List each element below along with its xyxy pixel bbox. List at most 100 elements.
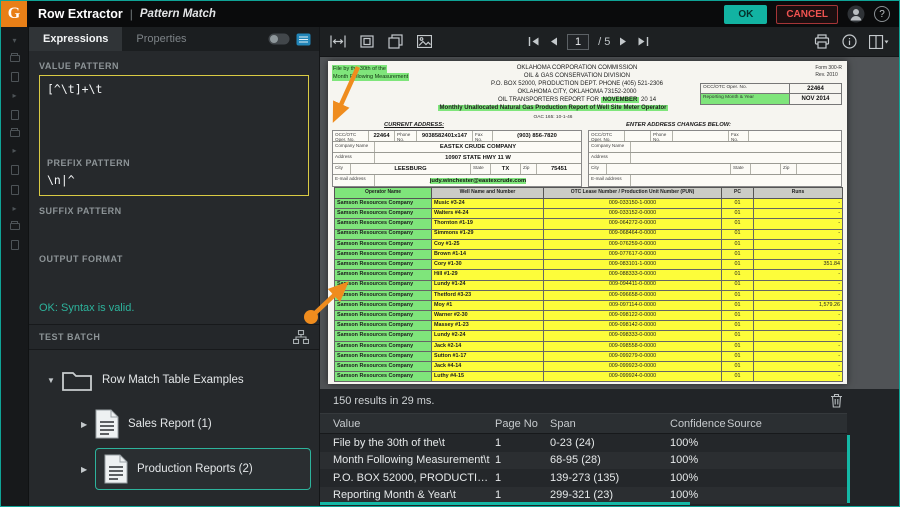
doc-runs-cell: - — [753, 371, 843, 383]
page-number-input[interactable]: 1 — [567, 33, 590, 50]
doc-addr-empty — [631, 175, 841, 186]
tab-expressions[interactable]: Expressions — [29, 27, 123, 51]
visibility-toggle-icon[interactable] — [268, 33, 290, 45]
tree-item-production-reports[interactable]: ▶ Production Reports (2) — [29, 448, 319, 490]
prefix-pattern-label: PREFIX PATTERN — [47, 158, 131, 168]
rail-chevron-icon[interactable]: ▸ — [12, 147, 16, 155]
image-view-icon[interactable] — [417, 35, 432, 48]
collapse-arrow-icon[interactable]: ▼ — [47, 376, 61, 385]
rail-document-icon[interactable] — [10, 72, 19, 82]
results-table-header: Value Page No Span Confidence Source — [320, 413, 847, 434]
rail-chevron-icon[interactable]: ▸ — [12, 92, 16, 100]
results-table-body: File by the 30th of the\t 1 0-23 (24) 10… — [320, 434, 899, 504]
cancel-button[interactable]: CANCEL — [776, 4, 838, 24]
row-extractor-window: G Row Extractor | Pattern Match OK CANCE… — [0, 0, 900, 507]
doc-subtitle: Monthly Unallocated Natural Gas Producti… — [388, 105, 718, 111]
ok-button[interactable]: OK — [724, 4, 768, 24]
multi-page-icon[interactable] — [388, 34, 403, 49]
first-page-icon[interactable] — [528, 36, 540, 47]
doc-table-row: Samson Resources Company Jack #4-14 009-… — [334, 360, 843, 373]
document-viewport[interactable]: File by the 30th of the Month Following … — [319, 57, 899, 389]
fit-width-icon[interactable] — [330, 35, 346, 48]
results-horizontal-scrollbar[interactable] — [320, 502, 690, 505]
tree-item-row-match-folder[interactable]: ▼ Row Match Table Examples — [29, 360, 319, 400]
result-row[interactable]: File by the 30th of the\t 1 0-23 (24) 10… — [320, 434, 847, 452]
doc-pun-cell: 009-098558-0-0000 — [543, 340, 722, 352]
doc-table-row: Samson Resources Company Massey #1-23 00… — [334, 320, 843, 332]
rail-document-icon[interactable] — [10, 185, 19, 195]
object-tree-rail[interactable]: ▾ ▸ ▸ ▸ — [1, 27, 29, 506]
doc-form-no-line: Form 300-R — [815, 65, 842, 71]
doc-well-cell: Sutton #1-17 — [431, 350, 544, 363]
rail-folder-icon[interactable] — [9, 128, 20, 137]
app-logo-icon[interactable]: G — [1, 1, 27, 27]
hierarchy-icon[interactable] — [293, 330, 309, 344]
doc-note-line2: Month Following Measurement — [332, 73, 410, 81]
selected-tree-item[interactable]: Production Reports (2) — [95, 448, 311, 490]
value-pattern-input[interactable]: [^\t]+\t PREFIX PATTERN \n|^ — [39, 75, 309, 196]
titlebar-actions: OK CANCEL ? — [724, 4, 899, 24]
rail-folder-icon[interactable] — [9, 221, 20, 230]
doc-pc-cell: 01 — [721, 360, 754, 373]
doc-addr-label: Zip — [781, 164, 797, 174]
results-vertical-scrollbar[interactable] — [847, 435, 850, 503]
rail-document-icon[interactable] — [10, 165, 19, 175]
doc-form-rev-line: Rev. 2010 — [815, 71, 838, 78]
prefix-pattern-input[interactable]: \n|^ — [47, 173, 75, 187]
doc-wells-rows: Samson Resources Company Music #3-24 009… — [334, 197, 843, 383]
doc-addr-label: E-mail address — [333, 175, 375, 186]
output-format-label: OUTPUT FORMAT — [39, 254, 123, 264]
next-page-icon[interactable] — [619, 36, 628, 47]
tree-item-sales-report[interactable]: ▶ Sales Report (1) — [29, 404, 319, 444]
document-page[interactable]: File by the 30th of the Month Following … — [328, 61, 847, 384]
layout-options-icon[interactable] — [869, 34, 889, 49]
doc-pc-cell: 01 — [721, 279, 754, 291]
results-col-confidence[interactable]: Confidence — [670, 418, 727, 430]
rail-folder-icon[interactable] — [9, 53, 20, 62]
fit-page-icon[interactable] — [360, 35, 374, 48]
user-avatar-icon[interactable] — [847, 5, 865, 23]
doc-pun-cell: 009-098142-0-0000 — [543, 320, 722, 332]
suffix-pattern-input[interactable] — [39, 220, 309, 244]
results-col-page[interactable]: Page No — [495, 418, 550, 430]
doc-table-row: Samson Resources Company Moy #1 009-0971… — [334, 299, 843, 312]
rail-document-icon[interactable] — [10, 110, 19, 120]
doc-well-cell: Hill #1-29 — [431, 269, 544, 281]
info-icon[interactable] — [842, 34, 857, 49]
help-icon[interactable]: ? — [874, 6, 890, 22]
doc-oac-ref: OAC 165: 10-1-46 — [533, 115, 573, 120]
expand-arrow-icon[interactable]: ▶ — [81, 420, 95, 429]
doc-operator-cell: Samson Resources Company — [334, 218, 432, 230]
results-col-span[interactable]: Span — [550, 418, 670, 430]
expand-arrow-icon[interactable]: ▶ — [81, 465, 95, 474]
trash-icon[interactable] — [830, 393, 843, 408]
tree-item-label: Production Reports (2) — [137, 463, 253, 475]
doc-table-row: Samson Resources Company Warner #2-30 00… — [334, 310, 843, 322]
last-page-icon[interactable] — [637, 36, 649, 47]
doc-pun-cell: 009-099924-0-0000 — [543, 371, 722, 383]
doc-operator-cell: Samson Resources Company — [334, 299, 432, 312]
print-icon[interactable] — [814, 34, 830, 49]
tab-properties[interactable]: Properties — [122, 27, 200, 51]
doc-file-note: File by the 30th of the Month Following … — [332, 65, 410, 81]
doc-runs-cell: - — [753, 248, 843, 261]
panel-tabbar: Expressions Properties — [29, 27, 319, 51]
results-col-value[interactable]: Value — [320, 418, 495, 430]
rail-chevron-icon[interactable]: ▾ — [12, 37, 16, 45]
doc-pc-cell: 01 — [721, 208, 754, 220]
doc-pc-cell: 01 — [721, 197, 754, 210]
results-col-source[interactable]: Source — [727, 418, 847, 430]
options-grid-icon[interactable] — [296, 33, 311, 46]
doc-addr-label: E-mail address — [589, 175, 631, 186]
test-batch-header: TEST BATCH — [29, 324, 319, 350]
previous-page-icon[interactable] — [549, 36, 558, 47]
page-total-label: / 5 — [598, 35, 611, 48]
doc-well-cell: Coy #1-25 — [431, 238, 544, 250]
output-format-input[interactable] — [39, 268, 309, 292]
rail-chevron-icon[interactable]: ▸ — [12, 205, 16, 213]
result-row[interactable]: P.O. BOX 52000, PRODUCTION DEPT. PHO... … — [320, 469, 847, 487]
result-row[interactable]: Month Following Measurement\t 1 68-95 (2… — [320, 451, 847, 469]
doc-header-block: OKLAHOMA CORPORATION COMMISSION OIL & GA… — [412, 64, 742, 104]
doc-addr-label: State — [471, 164, 491, 174]
rail-document-icon[interactable] — [10, 240, 19, 250]
